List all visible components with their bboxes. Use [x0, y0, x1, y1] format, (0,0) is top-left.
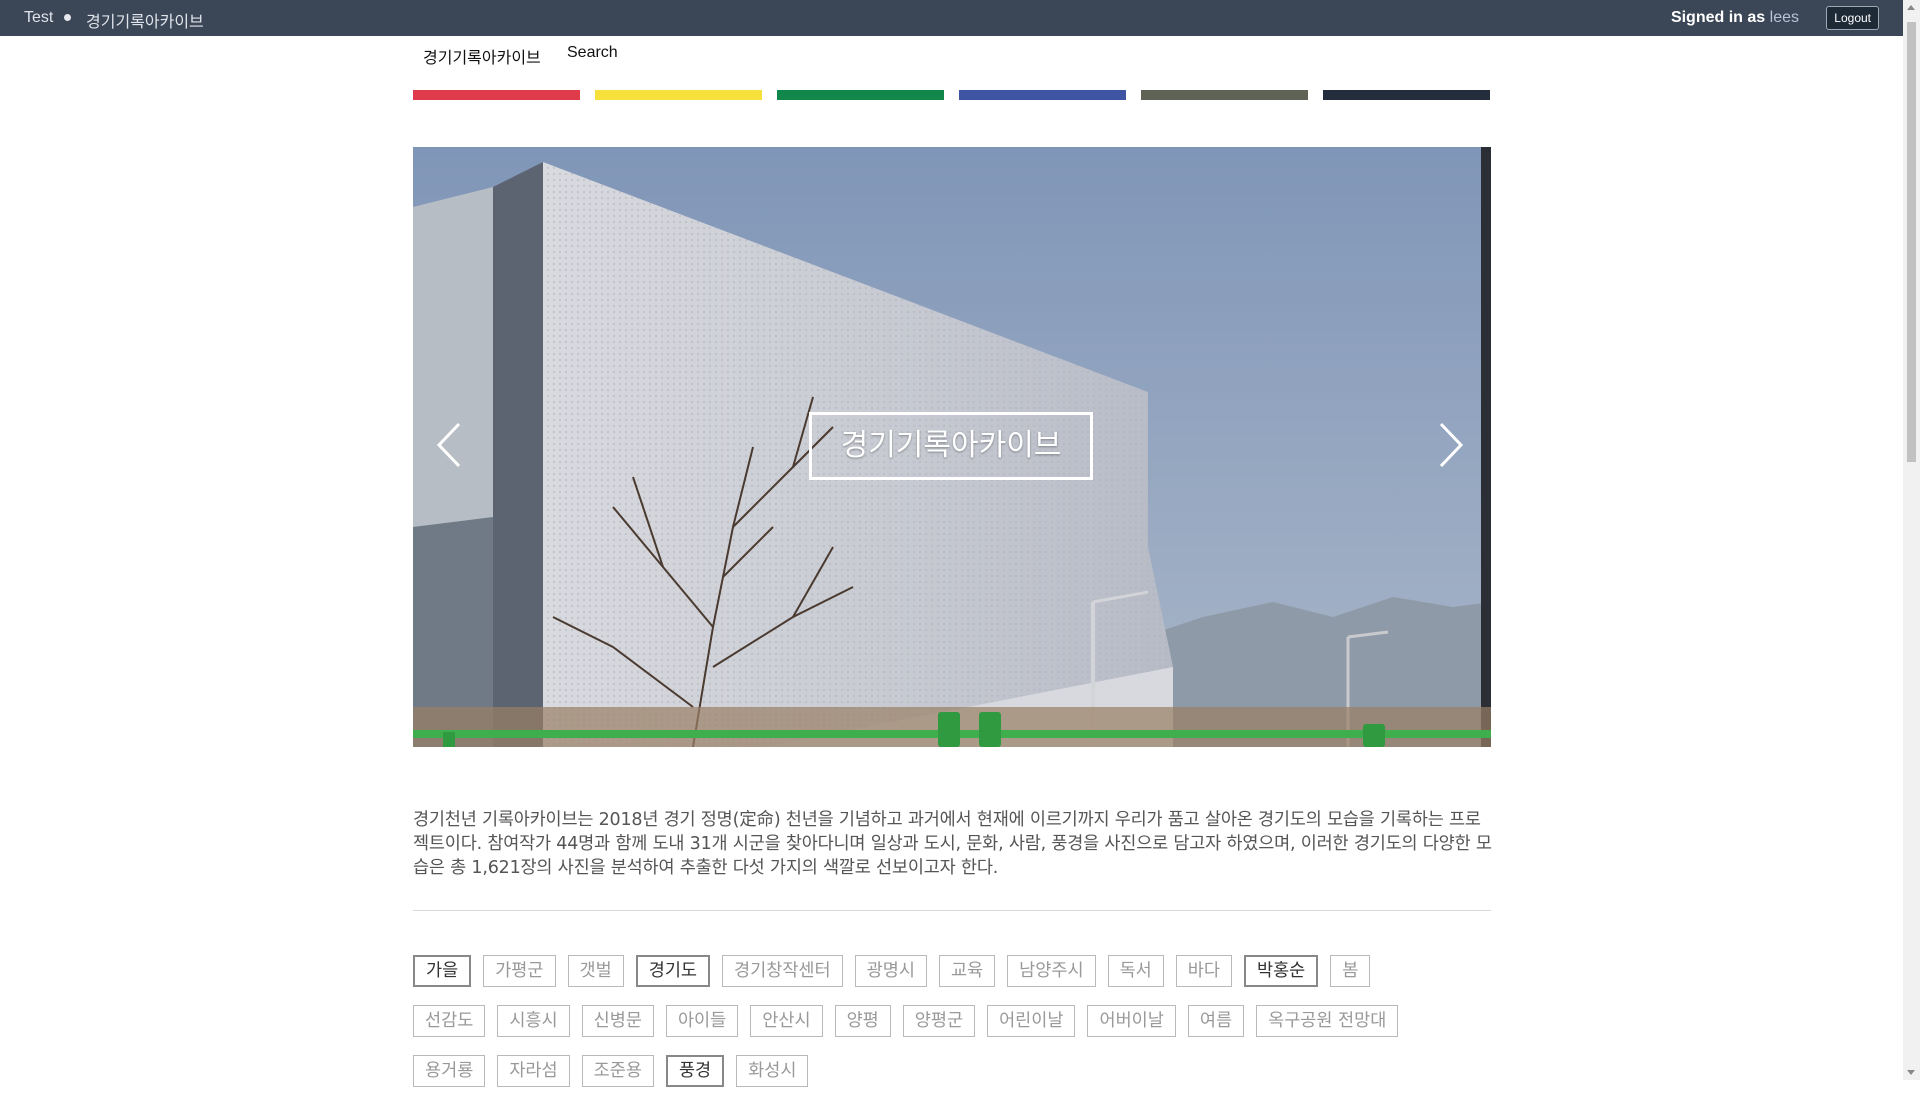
tag-row-2: 선감도 시흥시 신병문 아이들 안산시 양평 양평군 어린이날 어버이날 여름 옥구공원 전망대 [413, 1005, 1503, 1037]
nav-search-link[interactable]: Search [567, 44, 618, 62]
color-bar-blue[interactable] [959, 90, 1126, 100]
signed-in-status: Signed in as lees [1671, 9, 1799, 27]
color-bar-red[interactable] [413, 90, 580, 100]
tag-chip[interactable]: 바다 [1175, 955, 1232, 987]
scrollbar-thumb[interactable] [1907, 22, 1916, 462]
chevron-right-icon[interactable] [1431, 420, 1471, 470]
tag-chip[interactable]: 경기창작센터 [722, 955, 843, 987]
scroll-up-arrow-icon[interactable] [1907, 5, 1915, 10]
color-bar-green[interactable] [777, 90, 944, 100]
tag-chip[interactable]: 가을 [413, 955, 472, 987]
tag-chip[interactable]: 어린이날 [987, 1005, 1076, 1037]
tag-row-3: 용거룡 자라섬 조준용 풍경 화성시 [413, 1055, 1503, 1087]
tag-chip[interactable]: 양평군 [902, 1005, 976, 1037]
color-bar-olive[interactable] [1141, 90, 1308, 100]
tag-chip[interactable]: 조준용 [581, 1055, 654, 1087]
breadcrumb-site-link[interactable]: 경기기록아카이브 [86, 8, 204, 32]
tag-chip[interactable]: 신병문 [581, 1005, 654, 1037]
nav-home-link[interactable]: 경기기록아카이브 [423, 44, 541, 68]
tag-chip[interactable]: 봄 [1330, 955, 1371, 987]
scroll-down-arrow-icon[interactable] [1907, 1070, 1915, 1075]
tag-chip[interactable]: 풍경 [665, 1055, 725, 1087]
tag-chip[interactable]: 가평군 [483, 955, 556, 987]
color-bars [413, 90, 1491, 100]
top-admin-bar: Test 경기기록아카이브 Signed in as lees Logout [0, 0, 1903, 36]
color-bar-navy[interactable] [1323, 90, 1490, 100]
page-scrollbar[interactable] [1903, 0, 1920, 1080]
tag-chip[interactable]: 용거룡 [413, 1055, 486, 1087]
color-bar-yellow[interactable] [595, 90, 762, 100]
breadcrumb-test-link[interactable]: Test [24, 9, 53, 27]
tag-chip[interactable]: 시흥시 [497, 1005, 570, 1037]
tag-row-1: 가을 가평군 갯벌 경기도 경기창작센터 광명시 교육 남양주시 독서 바다 박홍순 봄 [413, 955, 1503, 987]
tag-chip[interactable]: 여름 [1187, 1005, 1245, 1037]
section-divider [413, 910, 1491, 911]
tag-chip[interactable]: 광명시 [854, 955, 927, 987]
tag-chip[interactable]: 박홍순 [1243, 955, 1319, 987]
user-link[interactable]: lees [1770, 9, 1799, 26]
tag-chip[interactable]: 화성시 [736, 1055, 809, 1087]
archive-description: 경기천년 기록아카이브는 2018년 경기 정명(定命) 천년을 기념하고 과거… [413, 810, 1492, 878]
tag-chip[interactable]: 선감도 [413, 1005, 486, 1037]
tag-chip[interactable]: 경기도 [635, 955, 711, 987]
hero-carousel[interactable]: 경기기록아카이브 [413, 147, 1491, 747]
tag-chip[interactable]: 옥구공원 전망대 [1256, 1005, 1399, 1037]
tag-chip[interactable]: 남양주시 [1007, 955, 1096, 987]
tag-chip[interactable]: 안산시 [750, 1005, 823, 1037]
hero-title-box: 경기기록아카이브 [809, 412, 1093, 480]
tag-chip[interactable]: 갯벌 [567, 955, 624, 987]
tag-chip[interactable]: 아이들 [665, 1005, 739, 1037]
tag-chip[interactable]: 독서 [1107, 955, 1164, 987]
tag-chip[interactable]: 교육 [938, 955, 996, 987]
tag-chip[interactable]: 어버이날 [1087, 1005, 1176, 1037]
logout-button[interactable]: Logout [1826, 6, 1879, 30]
tag-cloud: 가을 가평군 갯벌 경기도 경기창작센터 광명시 교육 남양주시 독서 바다 박홍순 봄 선감도 시흥시… [413, 955, 1503, 1105]
tag-chip[interactable]: 양평 [834, 1005, 891, 1037]
breadcrumb-separator-dot [64, 14, 71, 21]
signed-in-label: Signed in as [1670, 9, 1766, 26]
tag-chip[interactable]: 자라섬 [497, 1055, 570, 1087]
chevron-left-icon[interactable] [429, 420, 469, 470]
